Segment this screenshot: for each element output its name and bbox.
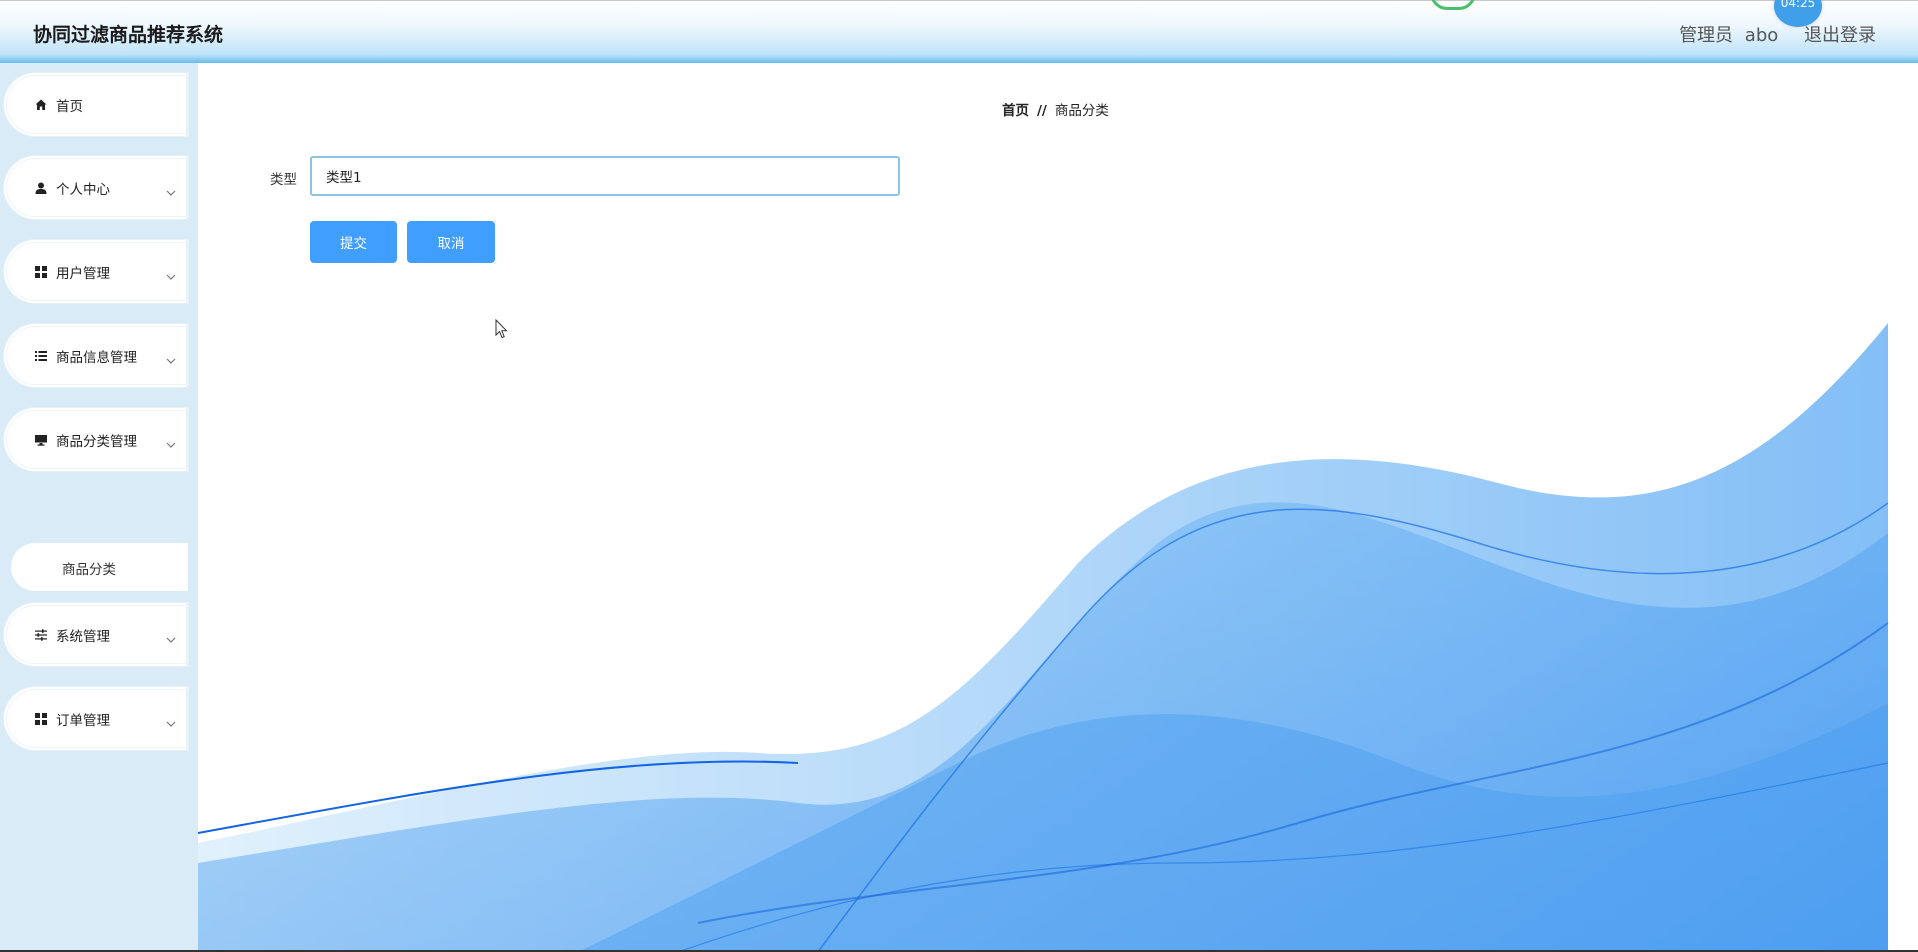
user-icon [34,181,48,195]
wave-background [198,323,1889,952]
home-icon [34,98,48,112]
cancel-button[interactable]: 取消 [407,221,495,263]
type-input[interactable] [310,156,900,196]
grid-icon [34,265,48,279]
sidebar-item-home[interactable]: 首页 [4,73,188,136]
sidebar-item-label: 商品信息管理 [56,349,137,366]
sidebar-item-product-info[interactable]: 商品信息管理 [4,324,188,387]
sliders-icon [34,628,48,642]
chevron-down-icon [166,714,176,727]
username: abo [1744,25,1779,46]
grid-icon [34,712,48,726]
breadcrumb-current: 商品分类 [1054,103,1109,119]
sidebar-item-category-management[interactable]: 商品分类管理 [4,408,188,471]
chevron-down-icon [166,630,176,643]
top-header: 协同过滤商品推荐系统 04:25 管理员 abo 退出登录 [0,0,1918,64]
monitor-icon [34,433,48,447]
submit-button[interactable]: 提交 [310,221,397,263]
sidebar-item-order-management[interactable]: 订单管理 [4,687,188,750]
breadcrumb: 首页 // 商品分类 [1002,99,1109,119]
logout-link[interactable]: 退出登录 [1804,25,1876,46]
sidebar-item-label: 个人中心 [56,181,110,198]
chevron-down-icon [166,183,176,196]
sidebar-item-label: 用户管理 [56,265,110,282]
sidebar-item-label: 商品分类管理 [56,433,137,450]
sidebar-subitem-product-category[interactable]: 商品分类 [11,543,188,591]
sidebar-item-label: 系统管理 [56,628,110,645]
main-content: 首页 // 商品分类 类型 提交 取消 [198,63,1918,952]
chevron-down-icon [166,435,176,448]
mouse-cursor-icon [495,319,508,339]
sidebar-item-label: 订单管理 [56,712,110,729]
sidebar-item-system-management[interactable]: 系统管理 [4,603,188,666]
sidebar-item-user-management[interactable]: 用户管理 [4,240,188,303]
app-title: 协同过滤商品推荐系统 [33,24,224,46]
sidebar-subitem-label: 商品分类 [62,562,116,578]
clock-text: 04:25 [1780,0,1816,10]
breadcrumb-home[interactable]: 首页 [1002,103,1029,119]
sidebar-item-label: 首页 [56,98,83,115]
chevron-down-icon [166,351,176,364]
type-label: 类型 [270,172,297,188]
status-indicator [1430,0,1476,10]
sidebar-item-personal-center[interactable]: 个人中心 [4,156,188,219]
chevron-down-icon [166,267,176,280]
user-area: 管理员 abo 退出登录 [1673,21,1876,47]
list-icon [34,349,48,363]
user-role: 管理员 [1679,25,1734,46]
breadcrumb-separator: // [1037,103,1047,119]
sidebar: 首页 个人中心 用户管理 商品信息管理 商品分类管理 商品分类 系统管理 订单管… [0,63,198,952]
right-edge [1890,63,1918,952]
